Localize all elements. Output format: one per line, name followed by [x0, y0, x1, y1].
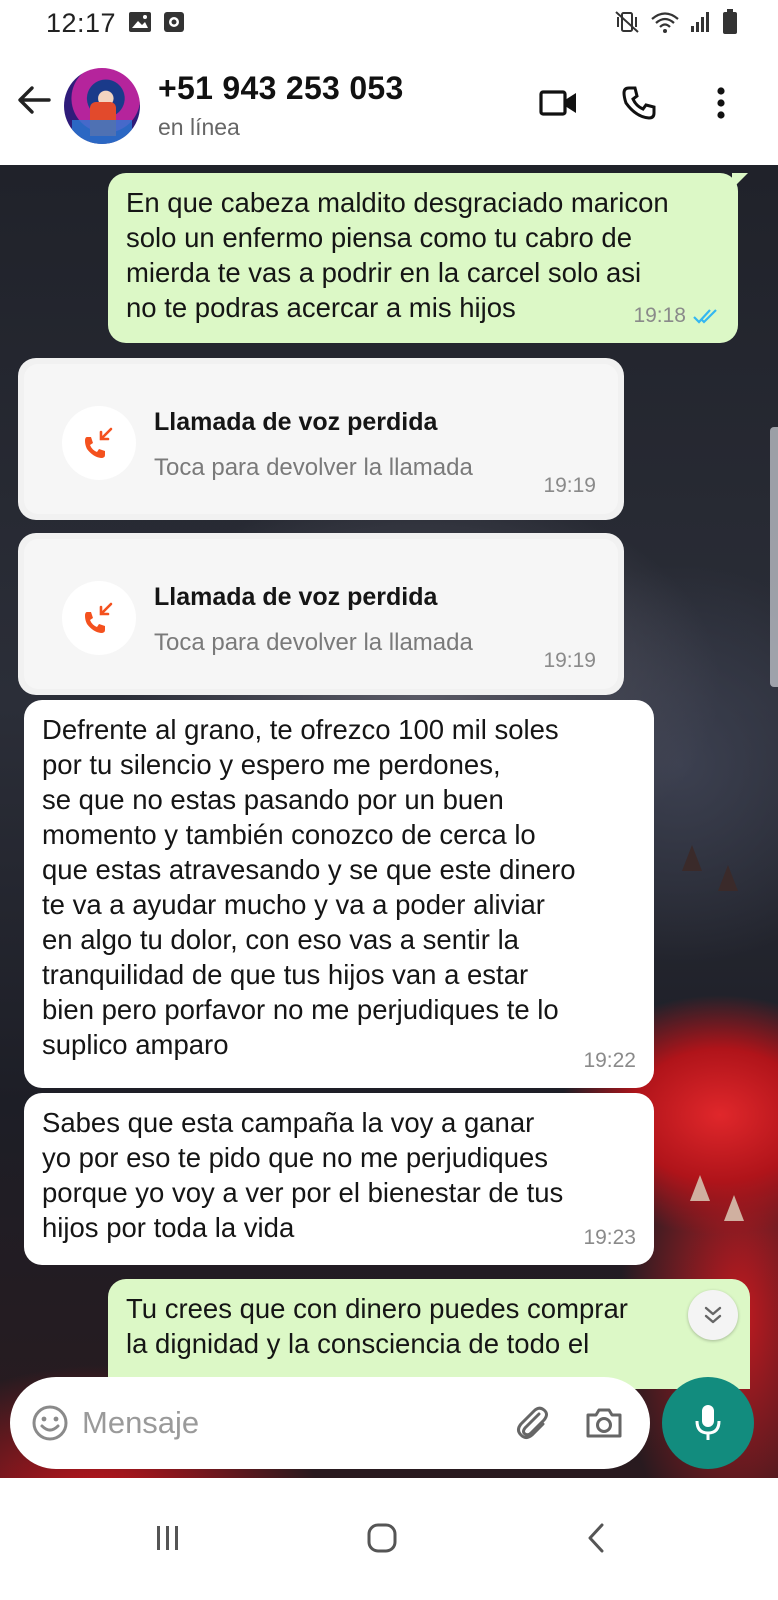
system-nav-bar: [0, 1478, 778, 1600]
message-time: 19:18: [633, 304, 686, 327]
attach-icon: [517, 1406, 548, 1439]
video-call-button[interactable]: [534, 78, 584, 128]
back-arrow-icon: [18, 86, 51, 114]
contact-name[interactable]: +51 943 253 053: [158, 70, 404, 107]
contact-avatar[interactable]: [64, 68, 140, 144]
scrollbar[interactable]: [770, 427, 778, 687]
chat-area[interactable]: En que cabeza maldito desgraciado marico…: [0, 165, 778, 1508]
message-meta: 19:23: [583, 1220, 636, 1255]
message-time: 19:22: [583, 1049, 636, 1072]
message-meta: 19:22: [583, 1043, 636, 1078]
missed-call-card[interactable]: Llamada de voz perdida Toca para devolve…: [18, 533, 624, 695]
missed-call-subtitle: Toca para devolver la llamada: [154, 629, 473, 656]
missed-call-icon: [85, 602, 113, 633]
mic-button[interactable]: [662, 1377, 754, 1469]
camera-icon: [586, 1408, 622, 1438]
missed-call-icon-wrap: [62, 581, 136, 655]
message-meta: 19:18: [633, 298, 720, 333]
missed-call-subtitle: Toca para devolver la llamada: [154, 454, 473, 481]
message-text: Sabes que esta campaña la voy a ganar yo…: [42, 1107, 564, 1243]
status-time: 12:17: [46, 8, 117, 38]
mute-vibrate-icon: [615, 11, 639, 33]
chat-header: +51 943 253 053 en línea: [0, 48, 778, 165]
message-input[interactable]: [82, 1395, 482, 1451]
back-nav-button[interactable]: [566, 1508, 626, 1568]
wallpaper-detail: [690, 1175, 710, 1201]
missed-call-title: Llamada de voz perdida: [154, 583, 438, 611]
message-incoming[interactable]: Sabes que esta campaña la voy a ganar yo…: [24, 1093, 654, 1265]
wallpaper-detail: [724, 1195, 744, 1221]
wallpaper-detail: [682, 845, 702, 871]
voice-call-button[interactable]: [614, 78, 664, 128]
more-options-icon: [717, 87, 725, 119]
message-outgoing[interactable]: Tu crees que con dinero puedes comprar l…: [108, 1279, 750, 1389]
read-ticks-icon: [693, 308, 717, 324]
attach-button[interactable]: [510, 1401, 554, 1445]
message-text: Defrente al grano, te ofrezco 100 mil so…: [42, 714, 576, 1060]
battery-icon: [723, 9, 737, 34]
message-time: 19:19: [543, 474, 596, 497]
wallpaper-detail: [718, 865, 738, 891]
message-time: 19:23: [583, 1226, 636, 1249]
mic-icon: [695, 1405, 721, 1440]
message-incoming[interactable]: Defrente al grano, te ofrezco 100 mil so…: [24, 700, 654, 1088]
recents-button[interactable]: [138, 1508, 198, 1568]
message-outgoing[interactable]: En que cabeza maldito desgraciado marico…: [108, 173, 748, 343]
contact-status: en línea: [158, 114, 240, 140]
home-button[interactable]: [352, 1508, 412, 1568]
missed-call-card[interactable]: Llamada de voz perdida Toca para devolve…: [18, 358, 624, 520]
missed-call-title: Llamada de voz perdida: [154, 408, 438, 436]
status-bar: 12:17: [0, 0, 778, 48]
notification-icon: [164, 12, 184, 32]
emoji-icon[interactable]: [30, 1403, 70, 1443]
recents-icon: [157, 1526, 178, 1550]
video-call-icon: [539, 90, 576, 116]
missed-call-icon-wrap: [62, 406, 136, 480]
back-icon: [588, 1523, 604, 1553]
signal-icon: [691, 12, 709, 32]
message-time: 19:19: [543, 649, 596, 672]
voice-call-icon: [622, 86, 656, 120]
double-chevron-down-icon: [704, 1306, 722, 1324]
message-text: En que cabeza maldito desgraciado marico…: [126, 187, 669, 323]
camera-button[interactable]: [582, 1401, 626, 1445]
message-text: Tu crees que con dinero puedes comprar l…: [126, 1293, 628, 1359]
message-composer: [10, 1377, 650, 1469]
wifi-icon: [651, 12, 679, 33]
more-options-button[interactable]: [696, 78, 746, 128]
status-icons: [614, 9, 738, 35]
gallery-icon: [129, 12, 151, 32]
back-button[interactable]: [12, 78, 56, 122]
scroll-to-bottom-button[interactable]: [688, 1290, 738, 1340]
missed-call-icon: [85, 427, 113, 458]
home-icon: [367, 1523, 397, 1553]
